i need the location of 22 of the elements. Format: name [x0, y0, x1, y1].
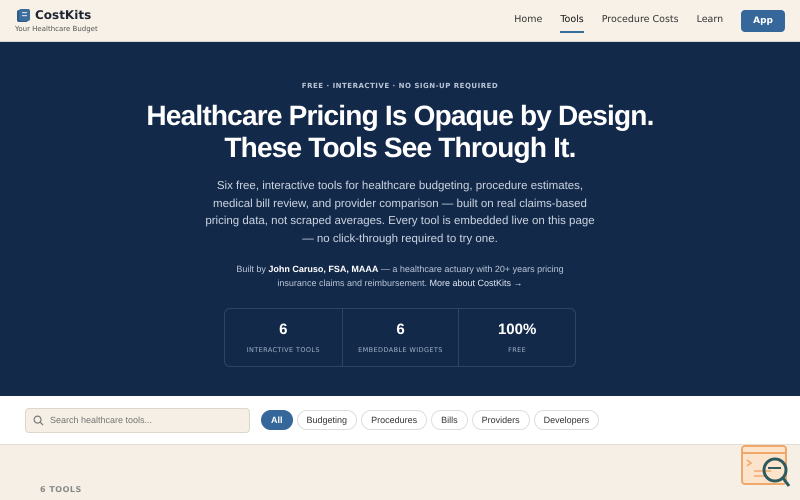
hero-title: Healthcare Pricing Is Opaque by Design. These Tools See Through It. — [146, 100, 654, 164]
about-link[interactable]: More about CostKits → — [430, 278, 523, 288]
author-byline: Built by John Caruso, FSA, MAAA — a healthcare actuary with 20+ years pricing insurance claims and reimbursement. More about CostKits → — [236, 264, 564, 288]
nav-link[interactable]: Learn — [696, 8, 724, 33]
filter-chip[interactable]: All — [261, 410, 293, 430]
stat-value: 100% — [498, 321, 536, 338]
filter-chip[interactable]: Procedures — [361, 410, 428, 430]
filter-chip[interactable]: Bills — [431, 410, 468, 430]
search-field[interactable]: Search healthcare tools... — [25, 408, 250, 432]
nav-link[interactable]: Tools — [560, 8, 584, 33]
logo-icon — [17, 8, 30, 22]
tool-count: 6 TOOLS — [40, 485, 82, 494]
nav-link[interactable]: Procedure Costs — [602, 8, 679, 33]
stat-value: 6 — [396, 321, 405, 338]
filter-chip[interactable]: Providers — [472, 410, 530, 430]
brand-name[interactable]: CostKits — [35, 8, 92, 22]
filter-chip[interactable]: Developers — [534, 410, 600, 430]
app-button[interactable]: App — [741, 10, 785, 32]
nav-link[interactable]: Home — [514, 8, 542, 33]
hero-intro: Six free, interactive tools for healthcare budgeting, procedure estimates, medical bill review, and provider comparison — built on real claims-based pricing data, not scraped averages. Every tool is embedded live on this page — no click-through required to try one. — [204, 179, 596, 246]
filter-chip[interactable]: Budgeting — [296, 410, 358, 430]
stat-value: 6 — [279, 321, 288, 338]
